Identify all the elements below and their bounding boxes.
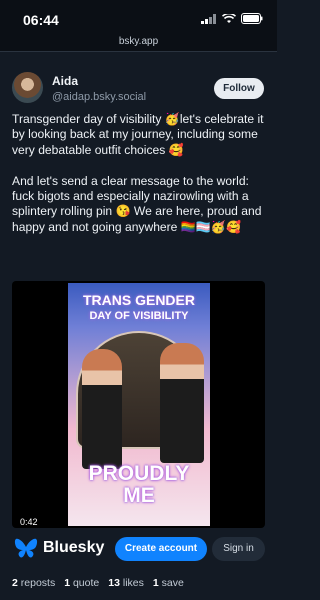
header-divider	[0, 51, 277, 52]
battery-icon	[241, 13, 263, 24]
poster-footer: PROUDLY ME	[68, 463, 210, 507]
reposts-stat[interactable]: 2 reposts	[12, 577, 55, 589]
status-bar: 06:44	[0, 0, 277, 36]
poster-title-2: DAY OF VISIBILITY	[89, 310, 189, 322]
sign-in-button[interactable]: Sign in	[212, 537, 265, 561]
author-display-name[interactable]: Aida	[52, 74, 78, 88]
post-stats: 2 reposts 1 quote 13 likes 1 save	[12, 577, 184, 589]
likes-stat[interactable]: 13 likes	[108, 577, 144, 589]
poster-person-left	[82, 349, 122, 469]
poster-title-1: TRANS GENDER	[82, 292, 195, 308]
quotes-stat[interactable]: 1 quote	[64, 577, 99, 589]
video-poster: TRANS GENDER DAY OF VISIBILITY PROUDLY M…	[68, 283, 210, 526]
post-text: Transgender day of visibility 🥳let's cel…	[12, 112, 264, 235]
author-handle[interactable]: @aidap.bsky.social	[52, 91, 146, 103]
saves-stat[interactable]: 1 save	[153, 577, 184, 589]
poster-footer-1: PROUDLY	[88, 462, 190, 485]
video-player[interactable]: TRANS GENDER DAY OF VISIBILITY PROUDLY M…	[12, 281, 265, 528]
video-duration: 0:42	[20, 517, 38, 527]
butterfly-logo-icon[interactable]	[14, 538, 38, 559]
wifi-icon	[222, 13, 236, 23]
poster-footer-2: ME	[123, 484, 155, 507]
status-time: 06:44	[23, 12, 59, 28]
saves-count: 1	[152, 577, 159, 589]
reposts-label: reposts	[20, 577, 56, 589]
brand-name[interactable]: Bluesky	[43, 539, 104, 557]
likes-label: likes	[122, 577, 144, 589]
post-paragraph-2: And let's send a clear message to the wo…	[12, 173, 265, 234]
poster-person-right	[160, 343, 204, 463]
reposts-count: 2	[12, 577, 18, 589]
quotes-label: quote	[72, 577, 100, 589]
likes-count: 13	[108, 577, 120, 589]
follow-button[interactable]: Follow	[214, 78, 264, 99]
signal-icon	[201, 13, 216, 24]
browser-url[interactable]: bsky.app	[0, 36, 277, 51]
create-account-button[interactable]: Create account	[115, 537, 207, 561]
avatar[interactable]	[12, 72, 43, 103]
post-paragraph-1: Transgender day of visibility 🥳let's cel…	[12, 112, 267, 157]
quotes-count: 1	[64, 577, 71, 589]
saves-label: save	[161, 577, 184, 589]
status-icons	[201, 13, 263, 24]
